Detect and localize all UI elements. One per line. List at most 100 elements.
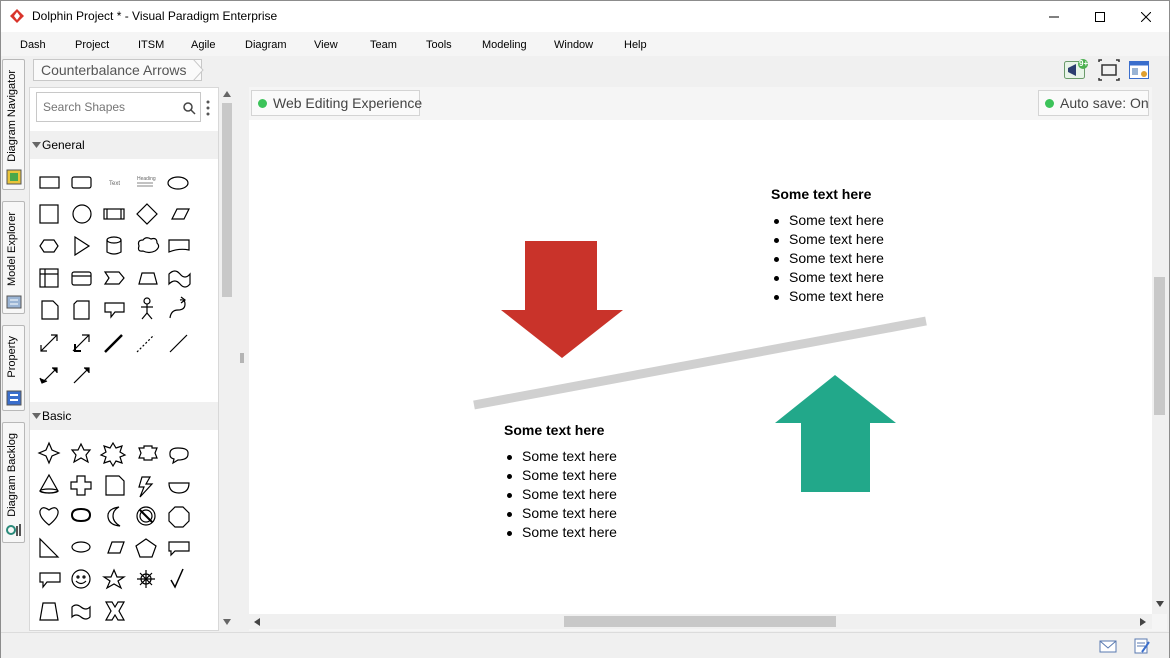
tab-model-explorer-label: Model Explorer [6,212,18,286]
category-general-label: General [42,138,85,152]
text-block-bottom[interactable]: Some text here Some text here Some text … [504,422,617,542]
chevron-down-icon [32,413,41,419]
menu-view[interactable]: View [314,39,338,51]
diagram-area: Web Editing Experience Auto save: On Som… [249,87,1167,631]
list-item: Some text here [504,466,617,485]
shape-panel: General Text Heading [29,87,219,631]
panel-splitter[interactable] [237,87,247,631]
counterbalance-graphic [473,241,927,492]
status-dot-icon [258,99,267,108]
text-block-top-list: Some text here Some text here Some text … [771,211,884,306]
shape-search-box [36,92,201,122]
scroll-left-icon[interactable] [254,618,260,626]
scroll-right-icon[interactable] [1140,618,1146,626]
side-tab-bar: Diagram Navigator Model Explorer Propert… [1,56,27,636]
down-arrow-shape[interactable] [501,241,623,358]
property-icon [6,390,22,406]
list-item: Some text here [504,523,617,542]
text-block-top[interactable]: Some text here Some text here Some text … [771,186,884,306]
scroll-down-icon[interactable] [1156,601,1164,607]
notifications-button[interactable]: 9+ [1064,59,1089,81]
layout-settings-button[interactable] [1128,59,1150,81]
status-bar [1,632,1169,658]
breadcrumb-diagram[interactable]: Counterbalance Arrows [33,59,202,81]
list-item: Some text here [771,287,884,306]
search-icon[interactable] [183,102,196,115]
shape-panel-scroll-thumb[interactable] [222,103,232,297]
scroll-down-icon[interactable] [223,619,231,625]
list-item: Some text here [771,249,884,268]
tab-diagram-backlog-label: Diagram Backlog [6,433,18,517]
autosave-indicator[interactable]: Auto save: On [1038,90,1149,116]
status-dot-icon [1045,99,1054,108]
basic-shapes-grid [37,441,190,621]
window-layout-icon [1129,61,1149,79]
menu-tools[interactable]: Tools [426,39,452,51]
fit-to-window-icon [1098,59,1120,81]
text-block-top-title: Some text here [771,186,872,202]
fit-diagram-button[interactable] [1098,59,1120,81]
minimize-icon [1049,16,1059,17]
close-icon [1141,11,1151,22]
search-input[interactable] [43,99,178,115]
backlog-icon [6,524,21,536]
window-title: Dolphin Project * - Visual Paradigm Ente… [32,9,278,23]
up-arrow-shape[interactable] [775,375,896,492]
text-block-bottom-list: Some text here Some text here Some text … [504,447,617,542]
menu-modeling[interactable]: Modeling [482,39,527,51]
canvas-vertical-scroll-thumb[interactable] [1154,277,1165,415]
menu-help[interactable]: Help [624,39,647,51]
menu-team[interactable]: Team [370,39,397,51]
title-bar: Dolphin Project * - Visual Paradigm Ente… [1,1,1169,32]
list-item: Some text here [504,485,617,504]
tab-diagram-navigator[interactable]: Diagram Navigator [2,59,25,190]
category-basic-label: Basic [42,409,72,423]
svg-text:Text: Text [109,181,120,187]
mail-icon[interactable] [1099,638,1117,654]
menu-dash[interactable]: Dash [20,39,46,51]
general-shapes-grid: Text Heading [39,176,191,384]
menu-project[interactable]: Project [75,39,109,51]
tab-diagram-backlog[interactable]: Diagram Backlog [2,422,25,543]
minimize-button[interactable] [1031,1,1077,32]
menu-agile[interactable]: Agile [191,39,215,51]
edit-document-icon[interactable] [1133,638,1151,654]
list-item: Some text here [504,504,617,523]
list-item: Some text here [771,268,884,287]
text-block-bottom-title: Some text here [504,422,605,438]
visual-paradigm-logo-icon [10,9,24,23]
notification-badge: 9+ [1079,59,1089,68]
menu-bar: Dash Project ITSM Agile Diagram View Tea… [1,32,1169,56]
autosave-label: Auto save: On [1060,95,1149,111]
svg-text:Heading: Heading [137,176,156,182]
tab-property-label: Property [6,336,18,378]
maximize-icon [1095,11,1105,22]
menu-window[interactable]: Window [554,39,593,51]
category-general[interactable]: General [30,131,218,159]
tab-model-explorer[interactable]: Model Explorer [2,201,25,314]
list-item: Some text here [504,447,617,466]
web-editing-label: Web Editing Experience [273,95,423,111]
diagram-canvas[interactable]: Some text here Some text here Some text … [249,120,1152,614]
chevron-down-icon [32,142,41,148]
maximize-button[interactable] [1077,1,1123,32]
category-basic[interactable]: Basic [30,402,218,430]
app-window: Dolphin Project * - Visual Paradigm Ente… [0,0,1170,658]
canvas-horizontal-scrollbar[interactable] [249,614,1152,629]
canvas-vertical-scrollbar[interactable] [1152,87,1167,614]
menu-diagram[interactable]: Diagram [245,39,287,51]
more-options-icon[interactable] [206,100,210,116]
model-explorer-icon [6,295,22,309]
breadcrumb-chevron-icon [193,59,204,81]
web-editing-indicator[interactable]: Web Editing Experience [251,90,423,116]
navigator-icon [6,169,22,185]
splitter-grip-icon [240,353,244,363]
scroll-up-icon[interactable] [223,91,231,97]
tab-property[interactable]: Property [2,325,25,411]
menu-itsm[interactable]: ITSM [138,39,164,51]
canvas-horizontal-scroll-thumb[interactable] [564,616,836,627]
shape-panel-scrollbar[interactable] [219,87,235,631]
close-button[interactable] [1123,1,1169,32]
tab-diagram-navigator-label: Diagram Navigator [6,70,18,162]
list-item: Some text here [771,230,884,249]
